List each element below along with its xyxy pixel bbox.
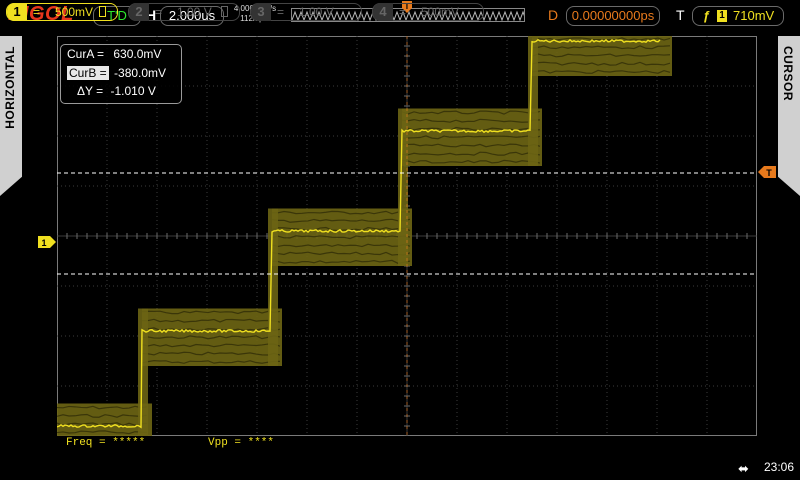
measurement-vpp: Vpp = **** — [208, 437, 275, 449]
cursor-menu-tab[interactable]: CURSOR — [778, 36, 800, 196]
rising-edge-icon: ƒ — [703, 8, 711, 23]
channel-1-number: 1 — [7, 3, 27, 21]
channel-4-scale: 500mV — [421, 5, 460, 19]
trigger-level-icon: T — [758, 166, 776, 178]
channel-1-status[interactable]: 1 = 500mV — [6, 3, 118, 21]
cursor-b-value: -380.0mV — [114, 66, 167, 80]
channel-2-status[interactable]: 2 = 1.00 V — [128, 3, 240, 21]
channel-3-number: 3 — [251, 3, 271, 21]
measurement-frequency: Freq = ***** — [66, 437, 146, 449]
svg-text:1: 1 — [41, 238, 46, 248]
channel-4-number: 4 — [373, 3, 393, 21]
cursor-delta-row: ΔY = -1.010 V — [77, 83, 156, 99]
horizontal-tab-label: HORIZONTAL — [3, 46, 17, 129]
channel-3-status[interactable]: 3 = 1.00 V — [250, 3, 362, 21]
cursor-tab-label: CURSOR — [781, 46, 795, 102]
dc-coupling-icon: = — [33, 5, 41, 19]
bandwidth-limit-icon — [99, 6, 106, 17]
cursor-a-label: CurA = — [67, 47, 105, 61]
cursor-a-value: 630.0mV — [113, 47, 162, 61]
trigger-settings[interactable]: ƒ 1 710mV — [692, 6, 784, 26]
channel-3-scale: 1.00 V — [299, 5, 334, 19]
channel-status-bar — [0, 455, 800, 480]
dc-coupling-icon: = — [277, 5, 285, 19]
svg-text:T: T — [766, 168, 772, 178]
dc-coupling-icon: = — [155, 5, 163, 19]
cursor-b-label: CurB = — [67, 66, 109, 80]
trigger-label: T — [676, 7, 685, 23]
trigger-level: 710mV — [733, 8, 775, 23]
dc-coupling-icon: = — [399, 5, 407, 19]
trigger-source: 1 — [717, 10, 727, 22]
channel-1-scale: 500mV — [55, 5, 94, 19]
cursor-readout-panel: CurA = 630.0mV CurB = -380.0mV ΔY = -1.0… — [60, 44, 182, 104]
horizontal-menu-tab[interactable]: HORIZONTAL — [0, 36, 22, 196]
ch1-offset-marker[interactable]: 1 — [38, 235, 56, 253]
cursor-b-row: CurB = -380.0mV — [67, 65, 166, 81]
delay-label: D — [548, 7, 559, 23]
system-clock: 23:06 — [764, 460, 795, 474]
horizontal-delay-value[interactable]: 0.00000000ps — [566, 6, 660, 26]
bandwidth-limit-icon — [221, 6, 228, 17]
channel-2-scale: 1.00 V — [177, 5, 212, 19]
edge-persistence — [138, 308, 148, 461]
delta-y-label: ΔY = — [77, 84, 104, 98]
channel-4-status[interactable]: 4 = 500mV — [372, 3, 484, 21]
usb-icon: ⬌ — [738, 461, 749, 476]
ch1-marker-icon: 1 — [38, 236, 56, 248]
cursor-a-row: CurA = 630.0mV — [67, 46, 161, 62]
delta-y-value: -1.010 V — [110, 84, 156, 98]
edge-persistence — [528, 18, 538, 166]
channel-2-number: 2 — [129, 3, 149, 21]
trigger-level-marker[interactable]: T — [758, 165, 776, 183]
